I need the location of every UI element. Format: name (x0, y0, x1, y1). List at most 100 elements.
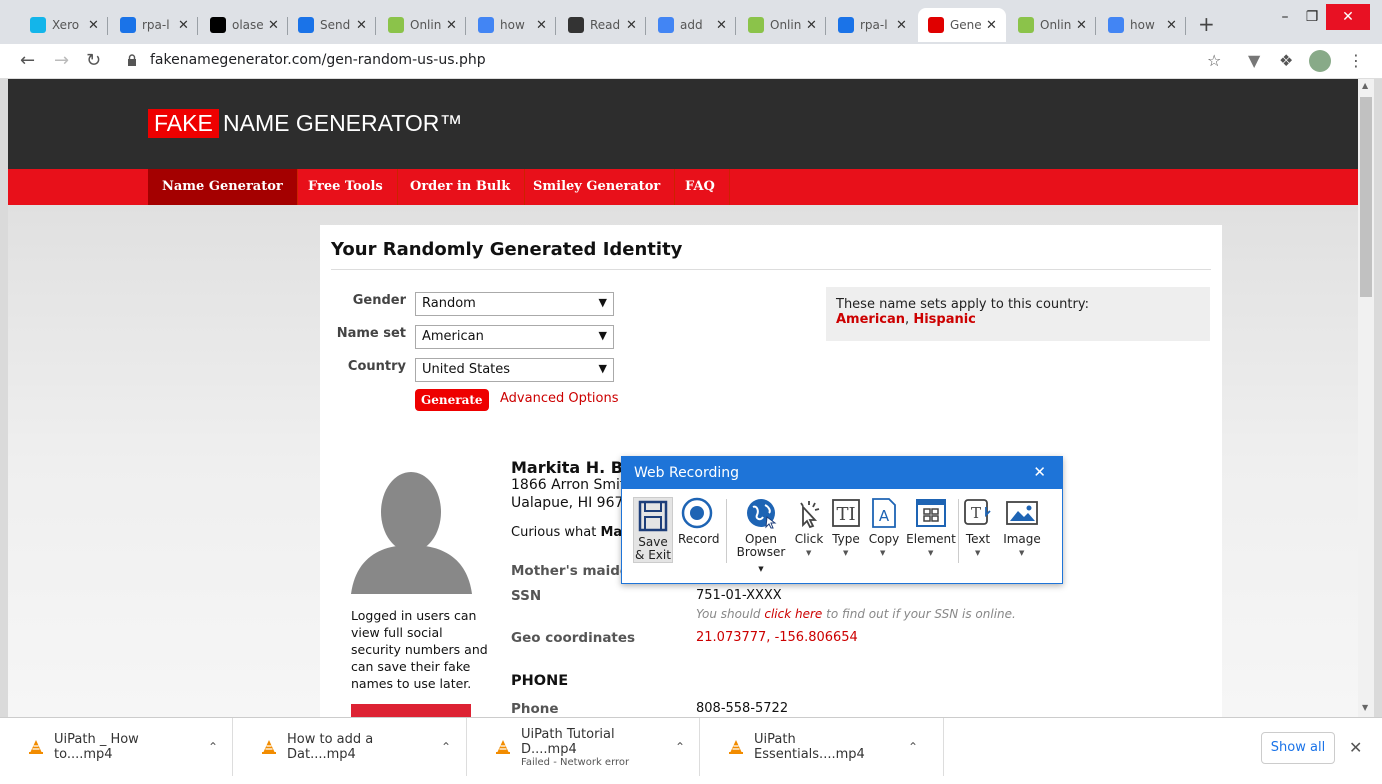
dropdown-arrow-icon[interactable]: ▼ (843, 547, 848, 560)
download-item[interactable]: UiPath _ How to....mp4 ⌃ (0, 718, 233, 776)
tab-close-icon[interactable]: ✕ (896, 18, 907, 33)
menu-free-tools[interactable]: Free Tools (294, 169, 398, 205)
site-header: FAKE NAME GENERATOR™ (8, 79, 1358, 169)
tab-title: Xero (52, 18, 80, 32)
chevron-up-icon[interactable]: ⌃ (441, 740, 451, 754)
country-select[interactable]: United States ▼ (415, 358, 614, 382)
browser-tab[interactable]: rpa-l ✕ (828, 8, 916, 42)
address-bar[interactable]: fakenamegenerator.com/gen-random-us-us.p… (150, 52, 486, 68)
tab-close-icon[interactable]: ✕ (806, 18, 817, 33)
element-button[interactable]: Element ▼ (906, 497, 956, 557)
text-button[interactable]: T Text ▼ (960, 497, 996, 557)
close-window-icon[interactable]: ✕ (1326, 4, 1370, 30)
tab-close-icon[interactable]: ✕ (88, 18, 99, 33)
address-line-2: Ualapue, HI 967 (511, 495, 624, 511)
show-all-button[interactable]: Show all (1261, 732, 1335, 764)
browser-tab[interactable]: Send ✕ (288, 8, 376, 42)
menu-kebab-icon[interactable]: ⋮ (1348, 51, 1364, 70)
image-icon (1006, 501, 1038, 525)
tab-close-icon[interactable]: ✕ (536, 18, 547, 33)
tab-title: add (680, 18, 703, 32)
download-item[interactable]: How to add a Dat....mp4 ⌃ (233, 718, 467, 776)
download-item[interactable]: UiPath Essentials....mp4 ⌃ (700, 718, 944, 776)
close-icon[interactable]: ✕ (1033, 463, 1046, 481)
tab-separator (555, 17, 556, 35)
scrollbar-thumb[interactable] (1360, 97, 1372, 297)
reload-icon[interactable]: ↻ (86, 50, 101, 71)
chevron-up-icon[interactable]: ⌃ (908, 740, 918, 754)
close-downloads-icon[interactable]: ✕ (1349, 738, 1362, 757)
browser-tab[interactable]: rpa-l ✕ (110, 8, 198, 42)
tab-close-icon[interactable]: ✕ (268, 18, 279, 33)
tab-close-icon[interactable]: ✕ (356, 18, 367, 33)
nameset-link-hispanic[interactable]: Hispanic (913, 312, 976, 327)
tab-close-icon[interactable]: ✕ (716, 18, 727, 33)
gender-value: Random (422, 296, 476, 311)
dropdown-arrow-icon[interactable]: ▼ (1019, 547, 1024, 560)
forward-icon[interactable]: → (54, 50, 69, 71)
nameset-link-american[interactable]: American (836, 312, 905, 327)
menu-faq[interactable]: FAQ (671, 169, 730, 205)
download-filename: UiPath Essentials....mp4 (754, 732, 865, 762)
back-icon[interactable]: ← (20, 50, 35, 71)
browser-tab[interactable]: Onlin ✕ (1008, 8, 1096, 42)
browser-tab[interactable]: add ✕ (648, 8, 736, 42)
logo-name-generator[interactable]: NAME GENERATOR™ (223, 110, 462, 137)
open-browser-button[interactable]: Open Browser ▼ (734, 497, 788, 576)
geo-value[interactable]: 21.073777, -156.806654 (696, 630, 858, 645)
bookmark-star-icon[interactable]: ☆ (1207, 51, 1221, 70)
record-button[interactable]: Record (678, 497, 719, 546)
menu-order-in-bulk[interactable]: Order in Bulk (396, 169, 526, 205)
download-item[interactable]: UiPath Tutorial D....mp4 Failed - Network… (467, 718, 700, 776)
dropdown-arrow-icon[interactable]: ▼ (806, 547, 811, 560)
profile-avatar[interactable] (1309, 50, 1331, 72)
click-button[interactable]: Click ▼ (792, 497, 826, 557)
page-title: Your Randomly Generated Identity (331, 239, 683, 260)
globe-icon (747, 499, 777, 529)
dropdown-arrow-icon[interactable]: ▼ (975, 547, 980, 560)
restore-icon[interactable]: ❐ (1301, 4, 1323, 30)
tab-close-icon[interactable]: ✕ (446, 18, 457, 33)
extension-vee-icon[interactable]: ▼ (1248, 51, 1260, 70)
extensions-puzzle-icon[interactable]: ❖ (1279, 51, 1293, 70)
generate-button[interactable]: Generate (415, 389, 489, 411)
browser-tab[interactable]: olase ✕ (200, 8, 288, 42)
tab-close-icon[interactable]: ✕ (1076, 18, 1087, 33)
new-tab-button[interactable]: + (1198, 12, 1215, 36)
browser-tab[interactable]: how ✕ (1098, 8, 1186, 42)
gender-select[interactable]: Random ▼ (415, 292, 614, 316)
logo-fake[interactable]: FAKE (148, 109, 219, 138)
nameset-select[interactable]: American ▼ (415, 325, 614, 349)
copy-button[interactable]: A Copy ▼ (867, 497, 901, 557)
tab-close-icon[interactable]: ✕ (1166, 18, 1177, 33)
browser-tab[interactable]: Gene ✕ (918, 8, 1006, 42)
image-button[interactable]: Image ▼ (1000, 497, 1044, 557)
advanced-options-link[interactable]: Advanced Options (500, 391, 619, 406)
scroll-up-icon[interactable]: ▲ (1362, 81, 1368, 90)
scroll-down-icon[interactable]: ▼ (1362, 703, 1368, 712)
minimize-icon[interactable]: – (1274, 4, 1296, 30)
type-button[interactable]: TI Type ▼ (828, 497, 864, 557)
browser-tab[interactable]: Onlin ✕ (738, 8, 826, 42)
chevron-up-icon[interactable]: ⌃ (675, 740, 685, 754)
dropdown-arrow-icon[interactable]: ▼ (880, 547, 885, 560)
svg-text:T: T (971, 504, 981, 522)
tab-close-icon[interactable]: ✕ (986, 18, 997, 33)
web-recording-titlebar[interactable]: Web Recording ✕ (622, 457, 1062, 489)
menu-smiley-generator[interactable]: Smiley Generator (519, 169, 676, 205)
dropdown-arrow-icon[interactable]: ▼ (928, 547, 933, 560)
ssn-click-here-link[interactable]: click here (764, 607, 822, 621)
browser-tab[interactable]: how ✕ (468, 8, 556, 42)
save-exit-button[interactable]: Save & Exit (633, 497, 673, 563)
browser-tab[interactable]: Xero ✕ (20, 8, 108, 42)
tab-close-icon[interactable]: ✕ (626, 18, 637, 33)
floppy-disk-icon (638, 500, 668, 532)
menu-name-generator[interactable]: Name Generator (148, 169, 298, 205)
browser-tab[interactable]: Read ✕ (558, 8, 646, 42)
chevron-up-icon[interactable]: ⌃ (208, 740, 218, 754)
google-login-button[interactable] (351, 704, 471, 717)
tab-close-icon[interactable]: ✕ (178, 18, 189, 33)
doc-icon (838, 17, 854, 33)
browser-tab[interactable]: Onlin ✕ (378, 8, 466, 42)
page-scrollbar[interactable]: ▲ ▼ (1358, 79, 1374, 717)
